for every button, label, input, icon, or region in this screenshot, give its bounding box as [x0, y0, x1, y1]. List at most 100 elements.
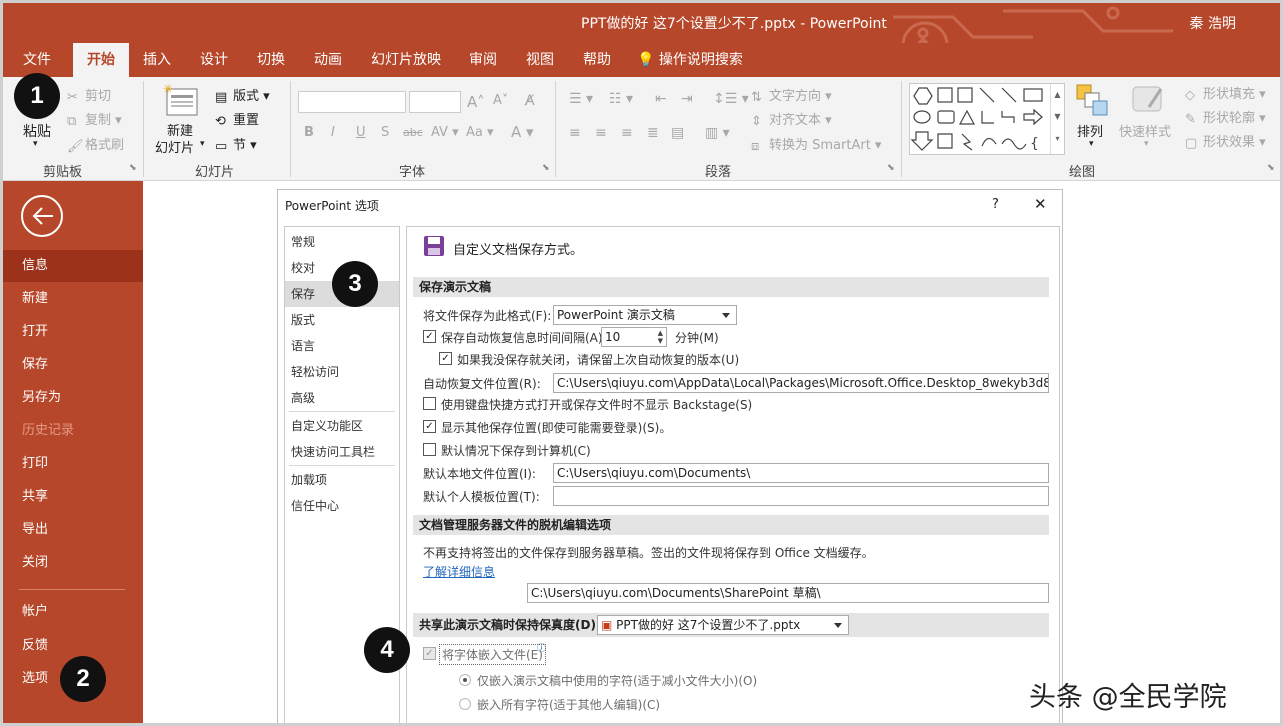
chevron-down-icon[interactable]: ▾ [1144, 139, 1149, 149]
embed-used-radio[interactable] [459, 674, 471, 686]
format-painter-button[interactable]: 🖌格式刷 [67, 134, 124, 154]
tab-view[interactable]: 视图 [526, 49, 554, 69]
tab-help[interactable]: 帮助 [583, 49, 611, 69]
backstage-print[interactable]: 打印 [3, 448, 143, 480]
embed-all-radio[interactable] [459, 698, 471, 710]
user-name[interactable]: 秦 浩明 [1190, 13, 1236, 33]
back-button[interactable] [21, 195, 63, 237]
autorecover-checkbox[interactable]: ✓ [423, 330, 436, 343]
nav-layout[interactable]: 版式 [285, 307, 399, 333]
columns-icon[interactable]: ▥ ▾ [705, 125, 730, 141]
layout-button[interactable]: ▤ 版式 ▾ [215, 85, 270, 105]
nav-customize-ribbon[interactable]: 自定义功能区 [285, 413, 399, 439]
tab-slideshow[interactable]: 幻灯片放映 [371, 49, 441, 69]
paste-button[interactable]: 粘贴 [23, 121, 51, 141]
new-slide-label[interactable]: 幻灯片 [155, 137, 194, 156]
clear-format-icon[interactable]: A̸ [525, 93, 535, 109]
backstage-account[interactable]: 帐户 [3, 596, 143, 628]
chevron-down-icon[interactable]: ▾ [200, 139, 205, 149]
shape-fill-button[interactable]: ◇ 形状填充 ▾ [1185, 83, 1266, 103]
bold-icon[interactable]: B [304, 125, 314, 140]
bullets-icon[interactable]: ☰ ▾ [569, 91, 593, 107]
tab-home[interactable]: 开始 [73, 43, 129, 77]
nav-addins[interactable]: 加载项 [285, 467, 399, 493]
justify-icon[interactable]: ≣ [647, 125, 659, 141]
dialog-launcher-icon[interactable]: ⬊ [887, 163, 895, 173]
backstage-share[interactable]: 共享 [3, 481, 143, 513]
font-color-icon[interactable]: A ▾ [511, 123, 534, 141]
smartart-button[interactable]: ⧈ 转换为 SmartArt ▾ [751, 134, 881, 154]
align-right-icon[interactable]: ≡ [621, 125, 633, 141]
dialog-launcher-icon[interactable]: ⬊ [1267, 163, 1275, 173]
nav-general[interactable]: 常规 [285, 229, 399, 255]
italic-icon[interactable]: I [331, 125, 335, 140]
backstage-open[interactable]: 打开 [3, 316, 143, 348]
learn-more-link[interactable]: 了解详细信息 [423, 563, 495, 580]
show-other-checkbox[interactable]: ✓ [423, 420, 436, 433]
underline-icon[interactable]: U [356, 125, 366, 140]
paste-dropdown-icon[interactable]: ▾ [33, 139, 38, 149]
info-icon[interactable]: ⓘ [537, 641, 546, 654]
nav-advanced[interactable]: 高级 [285, 385, 399, 411]
backstage-close[interactable]: 关闭 [3, 547, 143, 579]
tab-review[interactable]: 审阅 [469, 49, 497, 69]
tab-animations[interactable]: 动画 [314, 49, 342, 69]
spinner-icon[interactable]: ▲ ▼ [658, 329, 663, 345]
dialog-launcher-icon[interactable]: ⬊ [129, 163, 137, 173]
tab-insert[interactable]: 插入 [143, 49, 171, 69]
backstage-save-as[interactable]: 另存为 [3, 382, 143, 414]
autorecover-path-input[interactable]: C:\Users\qiuyu.com\AppData\Local\Package… [553, 373, 1049, 393]
save-format-dropdown[interactable]: PowerPoint 演示文稿 [553, 305, 737, 325]
shape-effects-button[interactable]: ▢ 形状效果 ▾ [1185, 131, 1266, 151]
no-backstage-checkbox[interactable] [423, 397, 436, 410]
font-name-dropdown[interactable] [298, 91, 406, 113]
nav-trust-center[interactable]: 信任中心 [285, 493, 399, 519]
tab-file[interactable]: 文件 [23, 49, 51, 69]
tab-transitions[interactable]: 切换 [257, 49, 285, 69]
local-path-input[interactable]: C:\Users\qiuyu.com\Documents\ [553, 463, 1049, 483]
font-size-dropdown[interactable] [409, 91, 461, 113]
char-spacing-icon[interactable]: AV ▾ [431, 125, 459, 140]
section-button[interactable]: ▭ 节 ▾ [215, 134, 257, 154]
embed-fonts-checkbox[interactable]: ✓ [423, 647, 436, 660]
tab-design[interactable]: 设计 [200, 49, 228, 69]
nav-language[interactable]: 语言 [285, 333, 399, 359]
quick-styles-button[interactable]: 快速样式 [1119, 121, 1171, 140]
distributed-icon[interactable]: ▤ [671, 125, 684, 141]
shapes-gallery[interactable]: { ▲ ▼ ▾ [909, 83, 1065, 155]
close-icon[interactable]: ✕ [1034, 195, 1047, 213]
align-text-button[interactable]: ⇕ 对齐文本 ▾ [751, 109, 832, 129]
gallery-scroll[interactable]: ▲ ▼ ▾ [1050, 84, 1064, 154]
strikethrough-icon[interactable]: abc [403, 126, 423, 139]
numbering-icon[interactable]: ☷ ▾ [609, 91, 633, 107]
help-icon[interactable]: ? [992, 197, 999, 212]
backstage-history[interactable]: 历史记录 [3, 415, 143, 447]
reset-button[interactable]: ⟲ 重置 [215, 109, 259, 129]
autorecover-minutes-input[interactable]: 10 ▲ ▼ [601, 327, 667, 347]
keep-last-checkbox[interactable]: ✓ [439, 352, 452, 365]
backstage-export[interactable]: 导出 [3, 514, 143, 546]
backstage-info[interactable]: 信息 [3, 250, 143, 282]
decrease-indent-icon[interactable]: ⇤ [655, 91, 667, 107]
fidelity-file-dropdown[interactable]: ▣ PPT做的好 这7个设置少不了.pptx [597, 615, 849, 635]
align-left-icon[interactable]: ≡ [569, 125, 581, 141]
shape-outline-button[interactable]: ✎ 形状轮廓 ▾ [1185, 107, 1266, 127]
chevron-down-icon[interactable]: ▾ [1089, 139, 1094, 149]
tell-me-search[interactable]: 💡 操作说明搜索 [637, 49, 743, 69]
shrink-font-icon[interactable]: A˅ [493, 93, 508, 108]
shadow-icon[interactable]: S [381, 125, 389, 140]
cut-button[interactable]: ✂ 剪切 [67, 85, 111, 105]
change-case-icon[interactable]: Aa ▾ [466, 125, 494, 140]
template-path-input[interactable] [553, 486, 1049, 506]
drafts-path-input[interactable]: C:\Users\qiuyu.com\Documents\SharePoint … [527, 583, 1049, 603]
align-center-icon[interactable]: ≡ [595, 125, 607, 141]
dialog-launcher-icon[interactable]: ⬊ [542, 163, 550, 173]
text-direction-button[interactable]: ⇅ 文字方向 ▾ [751, 85, 832, 105]
line-spacing-icon[interactable]: ↕☰ ▾ [713, 91, 749, 107]
backstage-save[interactable]: 保存 [3, 349, 143, 381]
increase-indent-icon[interactable]: ⇥ [681, 91, 693, 107]
save-computer-checkbox[interactable] [423, 443, 436, 456]
nav-quick-access[interactable]: 快速访问工具栏 [285, 439, 399, 465]
arrange-button[interactable]: 排列 [1077, 121, 1103, 140]
grow-font-icon[interactable]: A˄ [467, 93, 485, 111]
